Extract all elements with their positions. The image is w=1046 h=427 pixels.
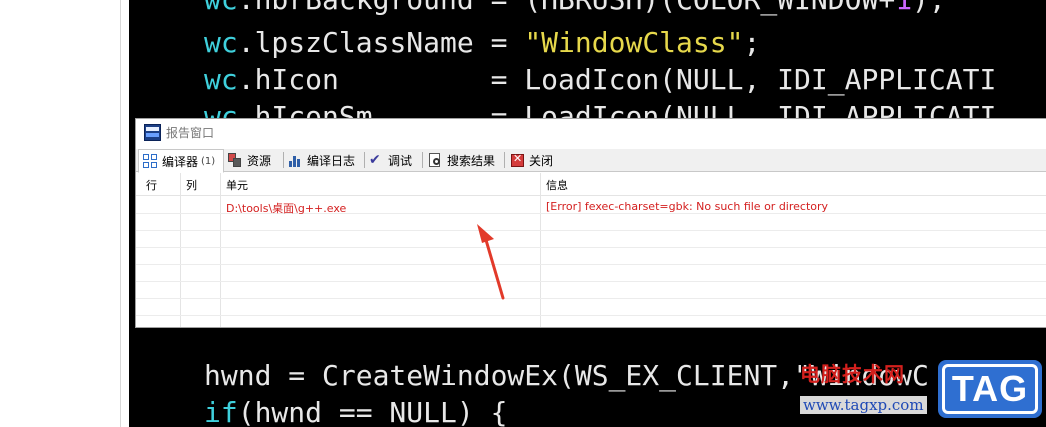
tab-label: 搜索结果 [447,153,496,168]
tab-label: 调试 [388,153,413,168]
cell-message: [Error] fexec-charset=gbk: No such file … [546,200,829,213]
cell-unit: D:\tools\桌面\g++.exe [226,202,347,215]
watermark: 电脑技术网 www.tagxp.com TAG [796,358,1046,420]
grid-icon [143,153,158,169]
tab-debug[interactable]: ✔ 调试 [369,149,412,171]
column-header-col[interactable]: 列 [186,177,197,193]
column-header-unit[interactable]: 单元 [226,177,248,193]
column-header-line[interactable]: 行 [146,177,157,193]
code-line: wc.hIcon = LoadIcon(NULL, IDI_APPLICATI [204,63,997,96]
check-icon: ✔ [369,151,381,168]
watermark-title: 电脑技术网 [800,362,905,386]
report-window: 报告窗口 编译器 (1) 资源 编译日志 ✔ 调试 搜索结果 ✕ 关闭 行 列 … [135,118,1046,328]
search-icon [428,152,443,168]
tab-label: 编译日志 [307,153,356,168]
resources-icon [228,152,243,168]
tab-label: 资源 [247,153,272,168]
bar-chart-icon [288,153,303,168]
report-title-bar[interactable]: 报告窗口 [136,119,1046,145]
tab-label: 关闭 [529,153,554,168]
tab-count: (1) [201,155,216,167]
tab-search-results[interactable]: 搜索结果 [428,149,495,171]
tag-logo: TAG [938,360,1042,418]
tab-resources[interactable]: 资源 [228,149,271,171]
message-table[interactable]: 行 列 单元 信息 D:\tools\桌面\g++.exe [Error] fe… [136,173,1046,327]
tag-logo-text: TAG [942,364,1038,414]
report-tab-bar: 编译器 (1) 资源 编译日志 ✔ 调试 搜索结果 ✕ 关闭 [136,149,1046,173]
app-logo-icon [144,124,161,141]
code-line: wc.hbrBackground = (HBRUSH)(COLOR_WINDOW… [204,0,946,18]
tab-label: 编译器 [162,154,199,169]
code-line: wc.lpszClassName = "WindowClass"; [204,26,761,59]
report-title: 报告窗口 [166,126,215,140]
left-gutter [0,0,121,427]
watermark-url: www.tagxp.com [800,396,927,414]
tab-compile-log[interactable]: 编译日志 [288,149,355,171]
tab-compiler[interactable]: 编译器 (1) [138,149,224,173]
tab-close[interactable]: ✕ 关闭 [510,149,553,171]
column-header-message[interactable]: 信息 [546,177,568,193]
code-line: if(hwnd == NULL) { [204,396,508,427]
close-icon: ✕ [511,151,524,167]
